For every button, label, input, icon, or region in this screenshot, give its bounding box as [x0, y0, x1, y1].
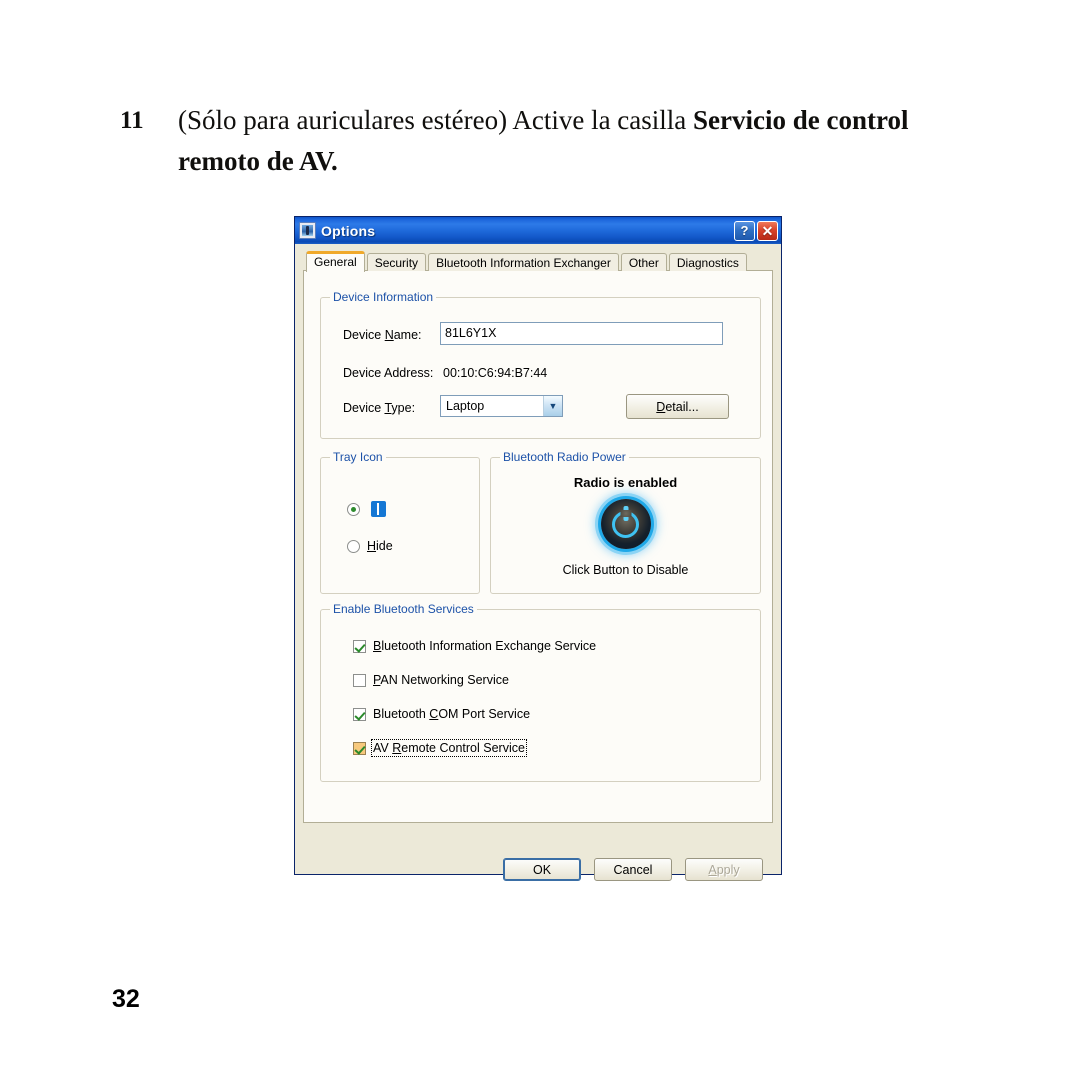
service-label-av-remote-control: AV Remote Control Service [371, 739, 527, 757]
service-row-bluetooth-com-port[interactable]: Bluetooth COM Port Service [353, 707, 530, 721]
tab-other[interactable]: Other [620, 253, 667, 271]
instruction-text: (Sólo para auriculares estéreo) Active l… [178, 100, 940, 182]
apply-button: Apply [685, 858, 763, 881]
service-row-bluetooth-information-exchange[interactable]: Bluetooth Information Exchange Service [353, 639, 596, 653]
tab-diagnostics[interactable]: Diagnostics [668, 253, 747, 271]
bluetooth-options-icon [299, 222, 316, 239]
device-type-label: Device Type: [343, 401, 416, 415]
cancel-button[interactable]: Cancel [594, 858, 672, 881]
options-dialog: Options ? ✕ General Security Bluetooth I… [294, 216, 782, 881]
help-icon: ? [740, 223, 749, 238]
ok-button[interactable]: OK [503, 858, 581, 881]
device-address-label: Device Address: [343, 366, 434, 380]
dialog-title: Options [321, 222, 376, 239]
tab-panel-general: Device Information Device Name: 81L6Y1X … [303, 270, 773, 823]
page-number: 32 [112, 985, 140, 1013]
group-tray-icon: Tray Icon Hide [320, 450, 480, 594]
service-label-bluetooth-com-port: Bluetooth COM Port Service [373, 707, 531, 721]
bluetooth-icon [371, 501, 386, 517]
service-row-av-remote-control[interactable]: AV Remote Control Service [353, 739, 527, 757]
dialog-titlebar: Options ? ✕ [295, 217, 781, 244]
group-enable-bluetooth-services-legend: Enable Bluetooth Services [330, 602, 477, 616]
device-name-input[interactable]: 81L6Y1X [440, 322, 723, 345]
tray-icon-show-radio-row[interactable] [347, 501, 386, 517]
device-name-label: Device Name: [343, 328, 422, 342]
instruction-paragraph: 11 (Sólo para auriculares estéreo) Activ… [120, 100, 940, 182]
group-device-information-legend: Device Information [330, 290, 437, 304]
tab-general[interactable]: General [306, 251, 365, 272]
group-device-information: Device Information Device Name: 81L6Y1X … [320, 290, 761, 439]
radio-power-hint: Click Button to Disable [562, 563, 689, 577]
chevron-down-icon: ▼ [543, 396, 562, 416]
group-tray-icon-legend: Tray Icon [330, 450, 386, 464]
device-type-select[interactable]: Laptop ▼ [440, 395, 563, 417]
tab-strip: General Security Bluetooth Information E… [303, 251, 773, 272]
tray-icon-show-radio[interactable] [347, 502, 360, 516]
tab-security[interactable]: Security [366, 253, 427, 271]
power-button-icon[interactable] [600, 499, 651, 549]
help-button[interactable]: ? [734, 220, 755, 241]
tray-icon-hide-radio[interactable] [347, 539, 360, 553]
radio-status-text: Radio is enabled [573, 475, 678, 490]
close-button[interactable]: ✕ [757, 220, 778, 241]
instruction-text-regular: (Sólo para auriculares estéreo) Active l… [178, 105, 694, 135]
device-address-value: 00:10:C6:94:B7:44 [443, 366, 548, 380]
service-checkbox-bluetooth-information-exchange[interactable] [353, 639, 366, 653]
step-number: 11 [120, 107, 144, 134]
group-bluetooth-radio-power: Bluetooth Radio Power Radio is enabled C… [490, 450, 761, 594]
service-checkbox-av-remote-control[interactable] [353, 741, 366, 755]
tab-bluetooth-information-exchanger[interactable]: Bluetooth Information Exchanger [428, 253, 619, 271]
detail-button[interactable]: Detail... [626, 394, 729, 419]
tray-icon-hide-radio-row[interactable]: Hide [347, 539, 393, 553]
service-label-pan-networking: PAN Networking Service [373, 673, 509, 687]
group-enable-bluetooth-services: Enable Bluetooth Services Bluetooth Info… [320, 602, 761, 782]
service-row-pan-networking[interactable]: PAN Networking Service [353, 673, 509, 687]
service-label-bluetooth-information-exchange: Bluetooth Information Exchange Service [373, 639, 597, 653]
close-icon: ✕ [761, 222, 774, 239]
group-bluetooth-radio-power-legend: Bluetooth Radio Power [500, 450, 629, 464]
dialog-body: General Security Bluetooth Information E… [295, 244, 781, 881]
device-type-value: Laptop [446, 399, 485, 413]
service-checkbox-bluetooth-com-port[interactable] [353, 707, 366, 721]
service-checkbox-pan-networking[interactable] [353, 673, 366, 687]
tray-icon-hide-label: Hide [367, 539, 393, 553]
